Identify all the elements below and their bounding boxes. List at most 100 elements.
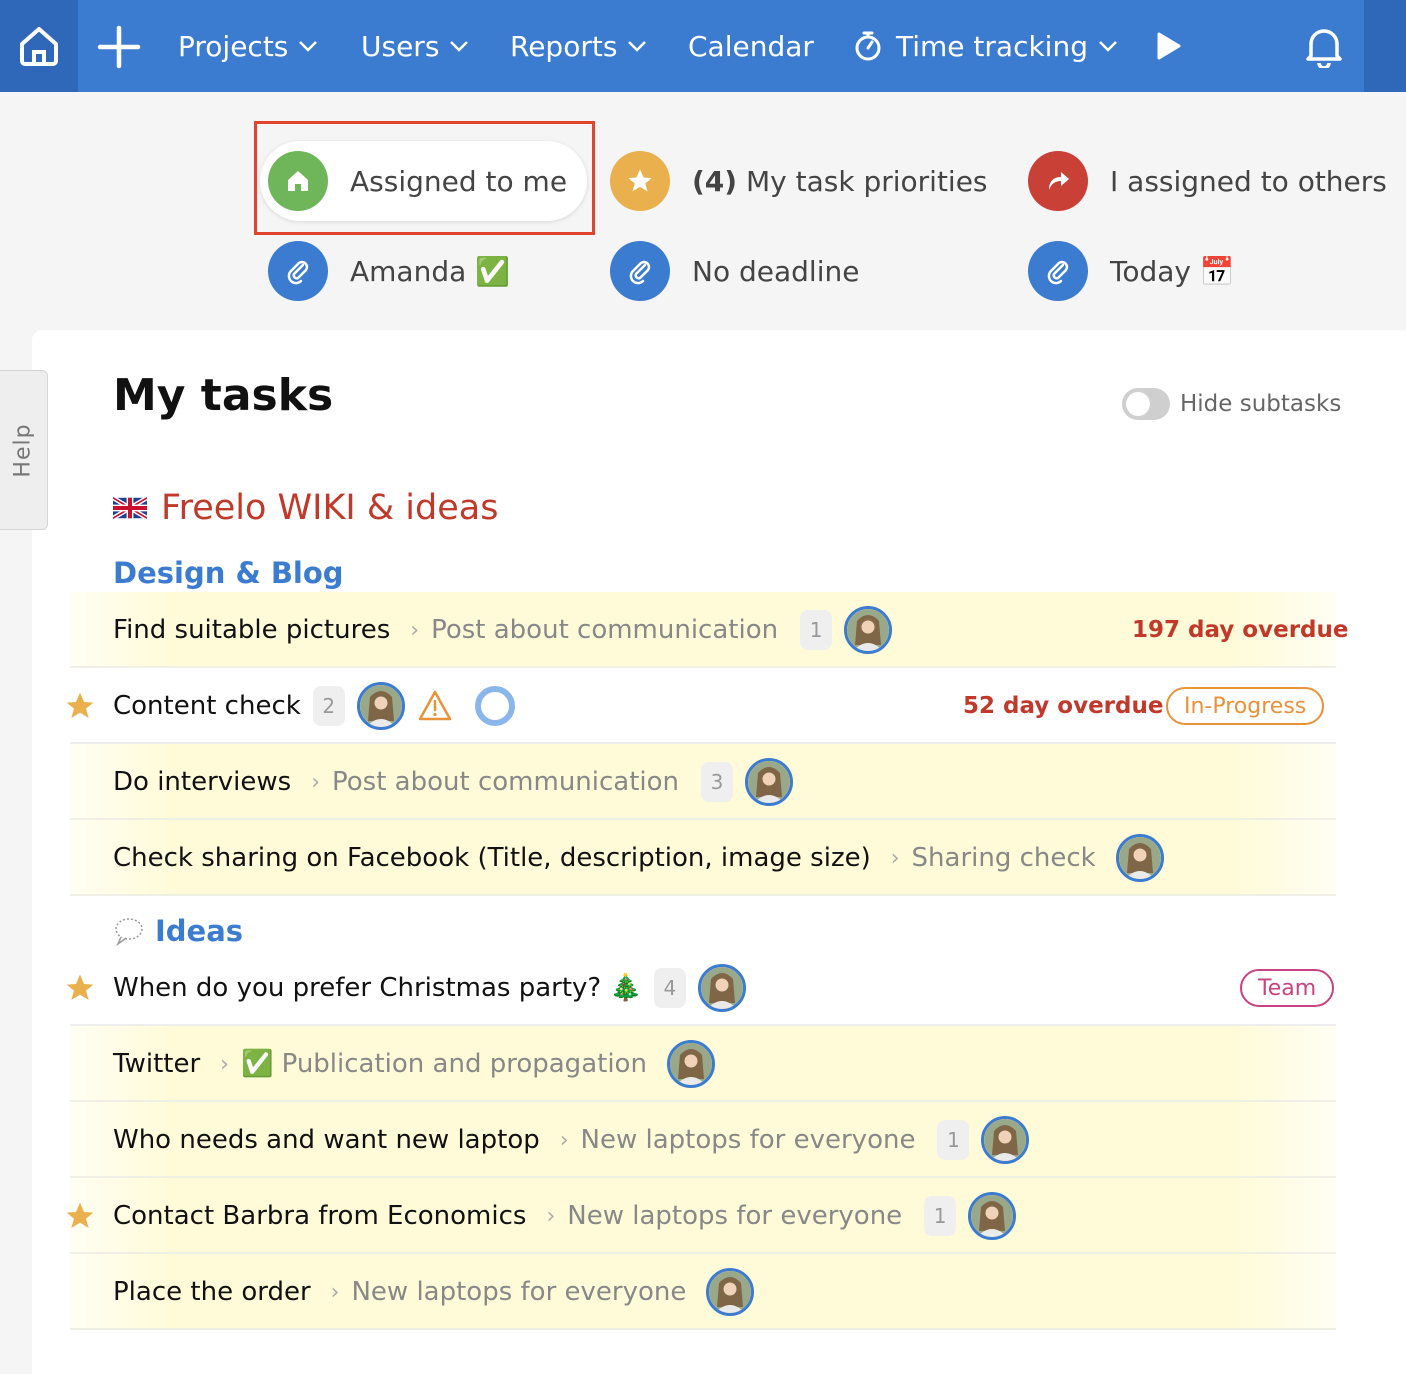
avatar[interactable]: [844, 606, 893, 654]
task-row[interactable]: Check sharing on Facebook (Title, descri…: [70, 820, 1336, 896]
add-button[interactable]: [96, 24, 142, 70]
parent-task-link[interactable]: ✅ Publication and propagation: [241, 1049, 647, 1079]
avatar[interactable]: [745, 758, 794, 806]
nav-reports[interactable]: Reports: [510, 0, 647, 92]
label-badge[interactable]: Team: [1240, 969, 1335, 1007]
filter-label: Today 📅: [1110, 254, 1235, 288]
avatar[interactable]: [666, 1040, 715, 1088]
task-row[interactable]: When do you prefer Christmas party? 🎄 4 …: [66, 950, 1336, 1026]
avatar[interactable]: [968, 1192, 1017, 1240]
project-title[interactable]: Freelo WIKI & ideas: [113, 488, 498, 528]
nav-calendar-label: Calendar: [688, 29, 814, 63]
parent-task-link[interactable]: New laptops for everyone: [581, 1125, 916, 1155]
avatar[interactable]: [1115, 834, 1164, 882]
task-row[interactable]: Do interviews › Post about communication…: [70, 744, 1336, 820]
paperclip-icon: [287, 260, 309, 285]
list-title-design-blog[interactable]: Design & Blog: [113, 556, 344, 590]
progress-ring-icon: [474, 686, 515, 726]
list-name: Design & Blog: [113, 556, 344, 590]
filter-label: I assigned to others: [1110, 164, 1387, 198]
paperclip-icon: [1047, 260, 1069, 285]
star-icon[interactable]: [64, 690, 96, 722]
task-name[interactable]: Twitter: [113, 1049, 200, 1079]
filter-label: Amanda ✅: [350, 254, 511, 288]
play-icon: [1157, 32, 1181, 60]
task-name[interactable]: Find suitable pictures: [113, 615, 390, 645]
parent-task-link[interactable]: Post about communication: [431, 615, 778, 645]
project-name: Freelo WIKI & ideas: [161, 488, 499, 528]
status-badge[interactable]: In-Progress: [1166, 687, 1325, 725]
task-row[interactable]: Twitter › ✅ Publication and propagation: [70, 1026, 1336, 1102]
toggle-label: Hide subtasks: [1180, 391, 1342, 417]
filter-today[interactable]: Today 📅: [1028, 231, 1235, 311]
filter-no-deadline[interactable]: No deadline: [610, 231, 859, 311]
nav-calendar[interactable]: Calendar: [688, 0, 814, 92]
home-button[interactable]: [0, 0, 78, 92]
task-name[interactable]: Check sharing on Facebook (Title, descri…: [113, 843, 871, 873]
list-name: Ideas: [155, 914, 244, 948]
task-name[interactable]: When do you prefer Christmas party? 🎄: [113, 973, 642, 1003]
toggle-switch[interactable]: [1122, 388, 1170, 420]
filter-amanda[interactable]: Amanda ✅: [268, 231, 510, 311]
filter-i-assigned-to-others[interactable]: I assigned to others: [1028, 141, 1387, 221]
notifications-button[interactable]: [1300, 22, 1348, 70]
star-icon[interactable]: [64, 1200, 96, 1232]
list-title-ideas[interactable]: Ideas: [113, 914, 243, 948]
task-row[interactable]: Find suitable pictures › Post about comm…: [70, 592, 1348, 668]
nav-time-tracking[interactable]: Time tracking: [852, 0, 1118, 92]
avatar[interactable]: [356, 682, 405, 730]
filter-icon-circle: [268, 241, 328, 301]
nav-projects[interactable]: Projects: [178, 0, 318, 92]
priorities-count: (4): [692, 164, 738, 198]
task-name[interactable]: Contact Barbra from Economics: [113, 1201, 526, 1231]
start-timer-button[interactable]: [1150, 28, 1186, 64]
chevron-right-icon: ›: [559, 1127, 569, 1153]
parent-task-link[interactable]: Sharing check: [912, 843, 1096, 873]
task-row[interactable]: Content check 2 52 day overdue In-Progre…: [66, 668, 1336, 744]
top-navigation: Projects Users Reports Calendar Time tra…: [0, 0, 1406, 92]
avatar[interactable]: [981, 1116, 1030, 1164]
home-icon: [20, 27, 58, 66]
chevron-right-icon: ›: [220, 1051, 229, 1077]
help-label: Help: [11, 422, 36, 478]
stopwatch-icon: [855, 31, 881, 61]
overdue-label: 197 day overdue: [1132, 617, 1349, 643]
nav-projects-label: Projects: [178, 29, 289, 63]
subtask-count: 1: [800, 610, 833, 650]
subtask-count: 1: [924, 1196, 957, 1236]
task-name[interactable]: Place the order: [113, 1277, 311, 1307]
chevron-right-icon: ›: [311, 769, 321, 795]
task-name[interactable]: Content check: [113, 691, 301, 721]
avatar[interactable]: [697, 964, 746, 1012]
help-tab[interactable]: Help: [0, 370, 48, 530]
subtask-count: 2: [312, 686, 345, 726]
filter-label: My task priorities: [745, 164, 988, 198]
parent-task-link[interactable]: Post about communication: [332, 767, 679, 797]
avatar[interactable]: [706, 1268, 755, 1316]
nav-users[interactable]: Users: [361, 0, 469, 92]
overdue-label: 52 day overdue: [963, 693, 1164, 719]
chevron-right-icon: ›: [890, 845, 900, 871]
chevron-right-icon: ›: [330, 1279, 340, 1305]
filter-icon-circle: [1028, 241, 1088, 301]
filter-my-task-priorities[interactable]: (4) My task priorities: [610, 141, 988, 221]
chevron-down-icon: [450, 41, 469, 52]
star-icon: [628, 169, 652, 192]
subtask-count: 1: [937, 1120, 970, 1160]
parent-task-link[interactable]: New laptops for everyone: [351, 1277, 686, 1307]
filter-icon-circle: [610, 241, 670, 301]
nav-time-tracking-label: Time tracking: [896, 29, 1088, 63]
parent-task-link[interactable]: New laptops for everyone: [567, 1201, 902, 1231]
hide-subtasks-toggle[interactable]: Hide subtasks: [1122, 388, 1341, 420]
task-row[interactable]: Place the order › New laptops for everyo…: [70, 1254, 1336, 1330]
chevron-right-icon: ›: [410, 617, 420, 643]
filter-label: No deadline: [692, 254, 860, 288]
selection-highlight: [254, 121, 595, 235]
warning-icon: [418, 690, 452, 721]
task-name[interactable]: Do interviews: [113, 767, 291, 797]
task-name[interactable]: Who needs and want new laptop: [113, 1125, 540, 1155]
subtask-count: 4: [653, 968, 686, 1008]
task-row[interactable]: Who needs and want new laptop › New lapt…: [70, 1102, 1336, 1178]
task-row[interactable]: Contact Barbra from Economics › New lapt…: [66, 1178, 1336, 1254]
star-icon[interactable]: [64, 972, 96, 1004]
